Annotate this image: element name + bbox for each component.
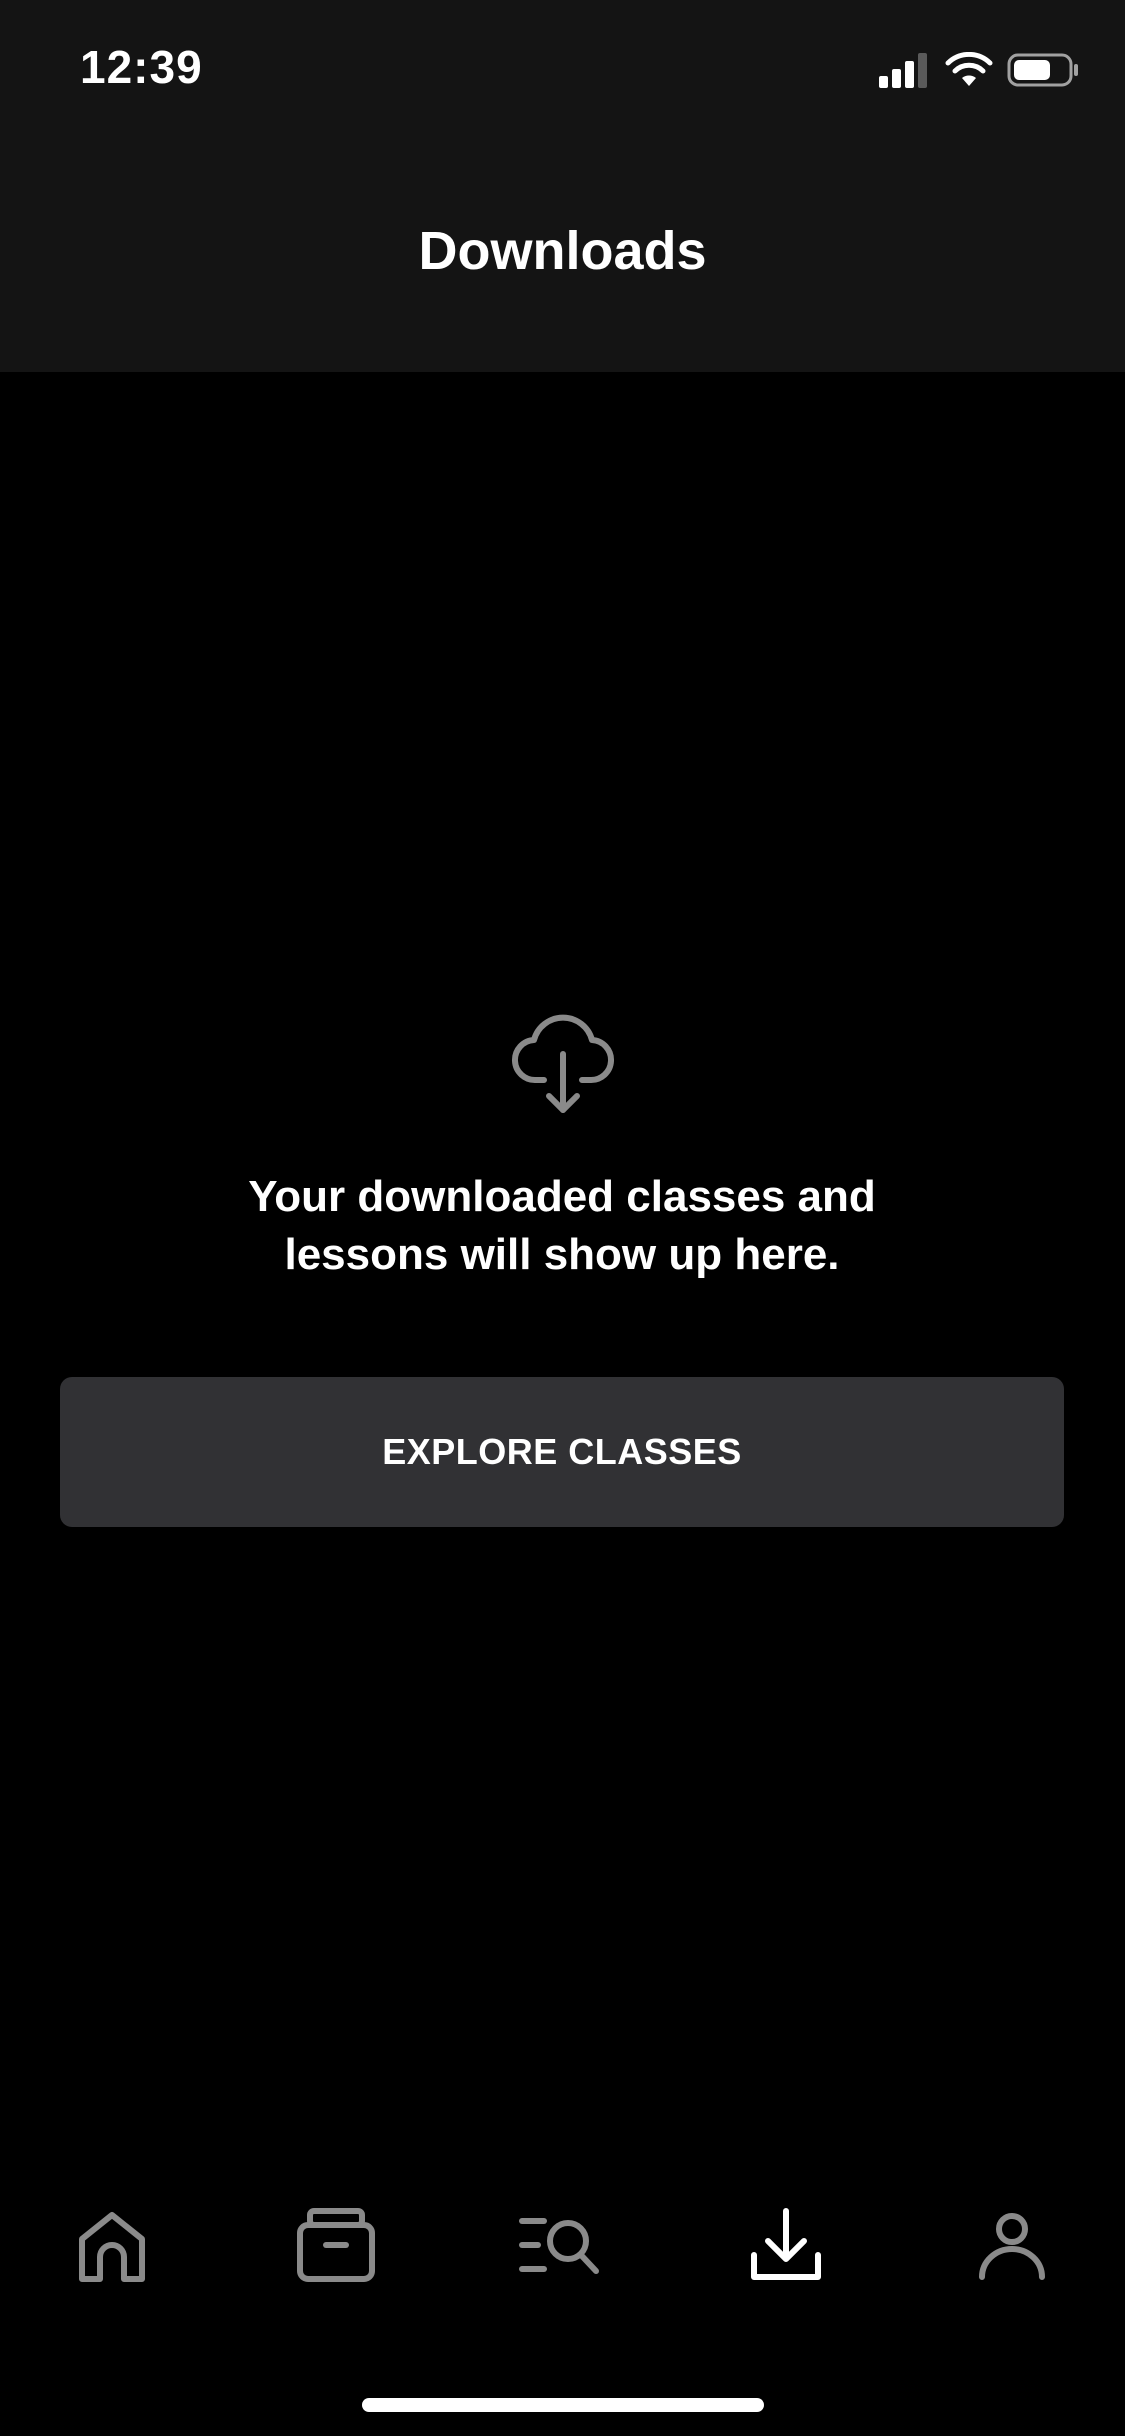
empty-state-message-line2: lessons will show up here. (284, 1230, 840, 1279)
search-list-icon (519, 2218, 599, 2274)
tab-library[interactable] (276, 2180, 396, 2310)
profile-icon (979, 2213, 1045, 2280)
wifi-icon (945, 52, 993, 86)
archive-box-icon (297, 2208, 375, 2282)
home-icon (79, 2212, 145, 2282)
explore-classes-button[interactable]: EXPLORE CLASSES (60, 1377, 1064, 1527)
empty-state-message: Your downloaded classes and lessons will… (112, 1168, 1012, 1284)
empty-state-message-line1: Your downloaded classes and (248, 1172, 876, 1221)
top-bar: 12:39 Downloads (0, 0, 1125, 372)
tab-profile[interactable] (952, 2180, 1072, 2310)
home-indicator[interactable] (362, 2398, 764, 2412)
tab-downloads[interactable] (726, 2180, 846, 2310)
page-title: Downloads (418, 221, 707, 281)
status-icons (877, 48, 1081, 92)
battery-icon (1007, 53, 1078, 87)
download-icon (751, 2208, 821, 2280)
cloud-download-icon (508, 1004, 618, 1114)
explore-classes-label: EXPLORE CLASSES (382, 1431, 742, 1472)
status-time: 12:39 (80, 41, 203, 93)
cellular-signal-icon (879, 53, 927, 88)
tab-home[interactable] (52, 2180, 172, 2310)
tab-search[interactable] (500, 2180, 620, 2310)
tab-bar (0, 2180, 1125, 2310)
